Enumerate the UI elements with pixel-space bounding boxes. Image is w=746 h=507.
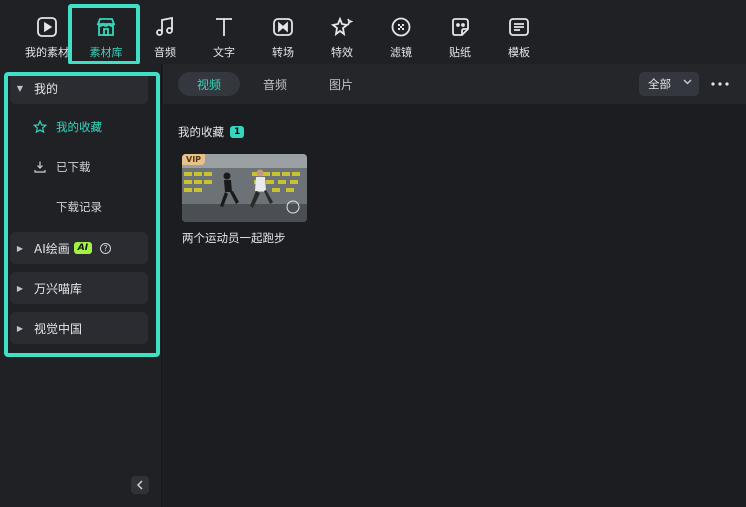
section-title-text: 我的收藏 [178, 125, 224, 139]
media-card[interactable]: VIP 两个运动员一起跑步 [182, 154, 307, 246]
play-square-icon [34, 14, 60, 40]
group-label: 万兴喵库 [34, 281, 83, 296]
store-icon [93, 14, 119, 40]
tool-audio[interactable]: 音频 [135, 8, 195, 64]
tool-filters[interactable]: 滤镜 [371, 8, 431, 64]
filter-value: 全部 [648, 77, 671, 91]
tab-video[interactable]: 视频 [178, 72, 240, 96]
top-toolbar: 我的素材 素材库 音频 文字 转场 特效 滤镜 贴纸 模板 [0, 0, 746, 64]
caret-right-icon: ▶ [16, 243, 24, 253]
filter-dropdown[interactable]: 全部 [639, 72, 699, 96]
caret-right-icon: ▶ [16, 283, 24, 293]
sidebar-group-mine[interactable]: ▼ 我的 [10, 72, 148, 104]
tool-my-media[interactable]: 我的素材 [17, 8, 77, 64]
vip-badge: VIP [182, 154, 206, 165]
ai-badge: AI [73, 242, 93, 254]
tool-label: 素材库 [89, 46, 123, 59]
tool-templates[interactable]: 模板 [489, 8, 549, 64]
collapse-sidebar-button[interactable] [131, 476, 149, 494]
filter-icon [388, 14, 414, 40]
music-note-icon [152, 14, 178, 40]
text-t-icon [211, 14, 237, 40]
group-label: 我的 [34, 81, 59, 96]
sidebar-item-label: 已下载 [56, 160, 91, 174]
caret-right-icon: ▶ [16, 323, 24, 333]
tool-text[interactable]: 文字 [194, 8, 254, 64]
tool-label: 转场 [272, 46, 294, 59]
star-icon [26, 120, 54, 134]
tool-label: 滤镜 [390, 46, 412, 59]
sidebar-group-ai-painting[interactable]: ▶ AI绘画 AI ? [10, 232, 148, 264]
more-options-icon[interactable] [709, 72, 731, 96]
tool-label: 模板 [508, 46, 530, 59]
sidebar-group-wanxing[interactable]: ▶ 万兴喵库 [10, 272, 148, 304]
download-icon [26, 160, 54, 174]
caret-down-icon: ▼ [16, 83, 24, 93]
tab-audio[interactable]: 音频 [247, 72, 303, 96]
tool-label: 文字 [213, 46, 235, 59]
transition-icon [270, 14, 296, 40]
tool-label: 特效 [331, 46, 353, 59]
count-badge: 1 [230, 126, 245, 138]
card-title: 两个运动员一起跑步 [182, 231, 286, 245]
group-label: 视觉中国 [34, 321, 83, 336]
template-icon [506, 14, 532, 40]
group-label: AI绘画 [34, 241, 70, 256]
sidebar-item-download-history[interactable]: 下载记录 [10, 191, 148, 223]
main-panel: 视频 音频 图片 全部 我的收藏 1 VIP 两个运动员一起跑步 [163, 64, 746, 507]
sticker-icon [447, 14, 473, 40]
card-thumbnail[interactable]: VIP [182, 154, 307, 222]
effects-sparkle-icon [329, 14, 355, 40]
chevron-left-icon [136, 480, 143, 490]
tool-stickers[interactable]: 贴纸 [430, 8, 490, 64]
chevron-down-icon [683, 77, 692, 89]
media-tabbar: 视频 音频 图片 全部 [163, 64, 746, 104]
tool-label: 音频 [154, 46, 176, 59]
sidebar-item-label: 下载记录 [56, 200, 102, 214]
help-icon[interactable]: ? [100, 242, 112, 254]
sidebar-group-vcg[interactable]: ▶ 视觉中国 [10, 312, 148, 344]
tool-label: 贴纸 [449, 46, 471, 59]
tool-effects[interactable]: 特效 [312, 8, 372, 64]
sidebar-item-favorites[interactable]: 我的收藏 [10, 111, 148, 143]
sidebar-item-downloaded[interactable]: 已下载 [10, 151, 148, 183]
tool-library[interactable]: 素材库 [76, 8, 136, 64]
tool-transition[interactable]: 转场 [253, 8, 313, 64]
section-title: 我的收藏 1 [178, 124, 245, 140]
tool-label: 我的素材 [25, 46, 69, 59]
sidebar-item-label: 我的收藏 [56, 120, 102, 134]
tab-image[interactable]: 图片 [313, 72, 369, 96]
